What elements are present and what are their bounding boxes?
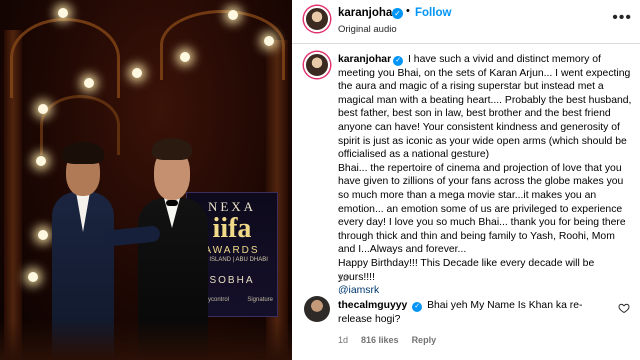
reply-button[interactable]: Reply xyxy=(412,335,437,345)
stage-light xyxy=(84,78,94,88)
comment-meta: 1d 816 likes Reply xyxy=(338,335,436,345)
person-left-hair xyxy=(62,142,104,164)
stage-light xyxy=(58,8,68,18)
verified-badge-icon: ✓ xyxy=(393,56,404,66)
verified-badge-icon: ✓ xyxy=(412,302,423,312)
caption-text: karanjohar ✓ I have such a vivid and dist… xyxy=(338,53,634,294)
caption-section: karanjohar ✓ I have such a vivid and dist… xyxy=(292,44,640,294)
stage-light xyxy=(132,68,142,78)
commenter-username[interactable]: thecalmguyyy xyxy=(338,300,407,311)
author-avatar[interactable] xyxy=(304,6,330,32)
caption-avatar[interactable] xyxy=(304,52,330,78)
stage-light xyxy=(36,156,46,166)
separator-dot: • xyxy=(406,5,410,17)
stage-light xyxy=(38,104,48,114)
commenter-avatar[interactable] xyxy=(304,296,330,322)
verified-badge-icon: ✓ xyxy=(392,8,403,19)
caption-username[interactable]: karanjohar xyxy=(338,54,391,65)
caption-paragraph-1: I have such a vivid and distinct memory … xyxy=(338,54,632,161)
comment-likes[interactable]: 816 likes xyxy=(361,335,399,345)
caption-paragraph-3: Happy Birthday!!! This Decade like every… xyxy=(338,257,595,283)
comment-text: thecalmguyyy ✓ Bhai yeh My Name Is Khan … xyxy=(338,299,606,326)
post-header: karanjohar ✓ • Follow Original audio ••• xyxy=(292,0,640,44)
stage-light xyxy=(38,230,48,240)
stage-light xyxy=(180,52,190,62)
caption-paragraph-2: Bhai... the repertoire of cinema and pro… xyxy=(338,162,626,256)
original-audio-link[interactable]: Original audio xyxy=(338,24,397,35)
follow-button[interactable]: Follow xyxy=(415,7,451,19)
caption-timestamp[interactable]: 1d xyxy=(338,273,348,283)
post-media[interactable]: NEXA iifa AWARDS YAS ISLAND | ABU DHABI … xyxy=(0,0,292,360)
stage-light xyxy=(28,272,38,282)
author-username[interactable]: karanjohar xyxy=(338,7,397,19)
bow-tie xyxy=(166,200,178,206)
stage-light xyxy=(264,36,274,46)
person-right-hair xyxy=(152,138,192,160)
mention-link[interactable]: @iamsrk xyxy=(338,284,634,294)
stage-light xyxy=(228,10,238,20)
stage-floor xyxy=(0,320,292,360)
stage-arch xyxy=(10,18,120,98)
comment-timestamp[interactable]: 1d xyxy=(338,335,348,345)
more-options-icon[interactable]: ••• xyxy=(612,9,632,27)
comment-item: thecalmguyyy ✓ Bhai yeh My Name Is Khan … xyxy=(292,294,640,360)
post-side-panel: karanjohar ✓ • Follow Original audio •••… xyxy=(292,0,640,360)
sponsor-right: Signature xyxy=(247,297,273,303)
like-heart-icon[interactable] xyxy=(618,302,630,314)
